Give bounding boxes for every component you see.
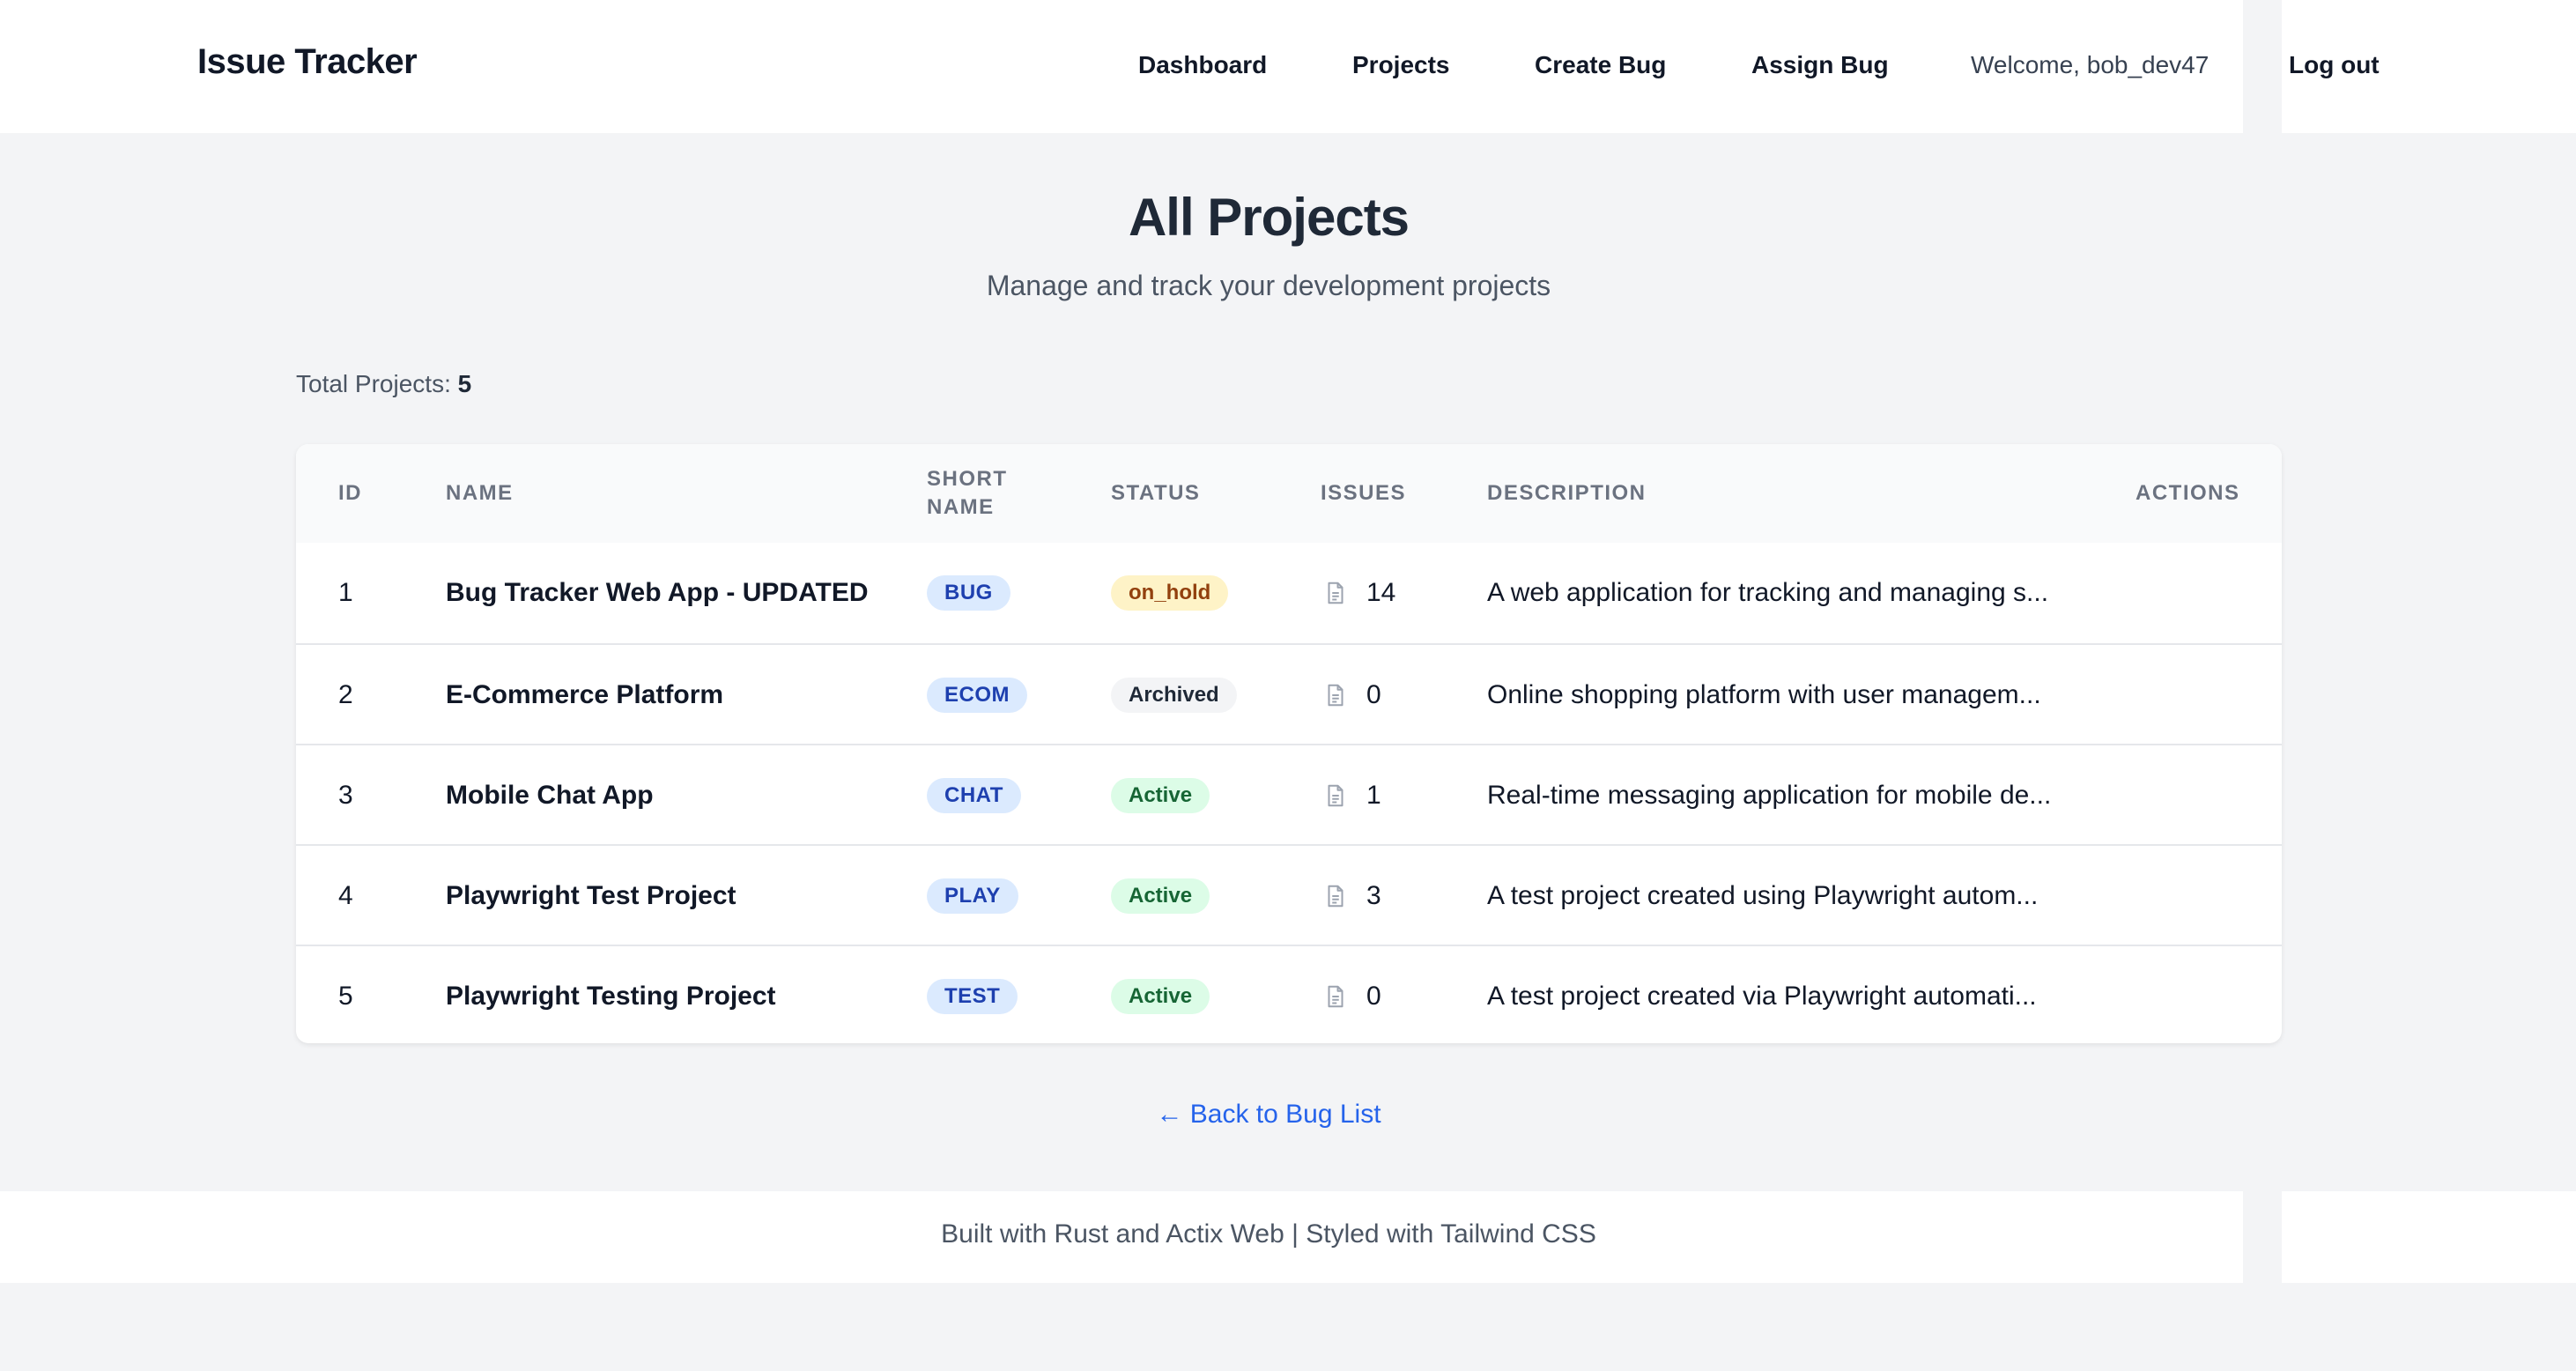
column-header-name: NAME xyxy=(446,481,514,505)
document-icon xyxy=(1322,682,1349,708)
nav-create-bug[interactable]: Create Bug xyxy=(1535,51,1666,79)
nav-dashboard[interactable]: Dashboard xyxy=(1138,51,1267,79)
cell-project-name[interactable]: Mobile Chat App xyxy=(446,745,654,846)
column-header-short-name-line1: SHORT xyxy=(927,467,1008,491)
table-row[interactable]: 2 E-Commerce Platform ECOM Archived 0 Online … xyxy=(296,643,2282,745)
issue-count: 3 xyxy=(1366,881,1381,910)
back-to-bug-list-link[interactable]: ← Back to Bug List xyxy=(0,1100,2537,1130)
footer-text: Built with Rust and Actix Web | Styled w… xyxy=(941,1219,1596,1249)
total-projects: Total Projects: 5 xyxy=(296,370,471,398)
cell-id: 4 xyxy=(338,881,353,910)
cell-status: Archived xyxy=(1111,645,1237,745)
table-row[interactable]: 5 Playwright Testing Project TEST Active 0 A … xyxy=(296,945,2282,1043)
column-header-id: ID xyxy=(338,481,362,505)
cell-description: Online shopping platform with user manag… xyxy=(1487,680,2041,709)
cell-id: 1 xyxy=(338,578,353,607)
cell-issues: 1 xyxy=(1322,745,1381,846)
total-projects-count: 5 xyxy=(457,370,472,397)
cell-issues: 0 xyxy=(1322,645,1381,745)
issue-count: 0 xyxy=(1366,982,1381,1011)
short-name-badge: PLAY xyxy=(927,878,1018,914)
cell-status: on_hold xyxy=(1111,543,1229,643)
short-name-badge: TEST xyxy=(927,979,1018,1014)
cell-short-name: TEST xyxy=(927,946,1018,1043)
status-badge: Active xyxy=(1111,979,1210,1014)
page-subtitle: Manage and track your development projec… xyxy=(986,270,1551,301)
issue-count: 1 xyxy=(1366,781,1381,810)
cell-project-name[interactable]: Bug Tracker Web App - UPDATED xyxy=(446,543,869,643)
status-badge: Archived xyxy=(1111,678,1237,713)
cell-project-name[interactable]: E-Commerce Platform xyxy=(446,645,723,745)
document-icon xyxy=(1322,782,1349,809)
cell-description: Real-time messaging application for mobi… xyxy=(1487,781,2052,810)
cell-issues: 0 xyxy=(1322,946,1381,1043)
total-projects-label: Total Projects: xyxy=(296,370,458,397)
cell-description: A web application for tracking and manag… xyxy=(1487,578,2049,607)
cell-issues: 3 xyxy=(1322,846,1381,946)
issue-count: 14 xyxy=(1366,578,1396,607)
cell-short-name: CHAT xyxy=(927,745,1021,846)
short-name-badge: CHAT xyxy=(927,778,1021,813)
cell-status: Active xyxy=(1111,946,1210,1043)
document-icon xyxy=(1322,883,1349,909)
table-row[interactable]: 3 Mobile Chat App CHAT Active 1 Real-time mes… xyxy=(296,744,2282,846)
table-row[interactable]: 1 Bug Tracker Web App - UPDATED BUG on_hold… xyxy=(296,543,2282,643)
cell-short-name: ECOM xyxy=(927,645,1027,745)
welcome-user-text: Welcome, bob_dev47 xyxy=(1971,51,2210,78)
cell-id: 3 xyxy=(338,781,353,810)
page-title: All Projects xyxy=(1128,188,1410,247)
projects-table: ID NAME SHORT NAME STATUS ISSUES DESCRIP… xyxy=(296,444,2282,1043)
cell-short-name: BUG xyxy=(927,543,1010,643)
status-badge: Active xyxy=(1111,778,1210,813)
issue-count: 0 xyxy=(1366,680,1381,709)
column-header-description: DESCRIPTION xyxy=(1487,481,1647,505)
cell-status: Active xyxy=(1111,846,1210,946)
column-header-short-name: SHORT NAME xyxy=(927,465,1008,522)
short-name-badge: ECOM xyxy=(927,678,1027,713)
document-icon xyxy=(1322,983,1349,1010)
cell-status: Active xyxy=(1111,745,1210,846)
column-header-short-name-line2: NAME xyxy=(927,495,995,519)
cell-project-name[interactable]: Playwright Testing Project xyxy=(446,946,776,1043)
nav-projects[interactable]: Projects xyxy=(1352,51,1450,79)
status-badge: Active xyxy=(1111,878,1210,914)
cell-description: A test project created via Playwright au… xyxy=(1487,982,2037,1011)
table-header: ID NAME SHORT NAME STATUS ISSUES DESCRIP… xyxy=(296,444,2282,543)
status-badge: on_hold xyxy=(1111,575,1229,611)
cell-short-name: PLAY xyxy=(927,846,1018,946)
brand-logo-text[interactable]: Issue Tracker xyxy=(197,42,418,82)
column-header-actions: ACTIONS xyxy=(2136,481,2240,505)
column-header-issues: ISSUES xyxy=(1321,481,1407,505)
logout-button[interactable]: Log out xyxy=(2289,51,2380,79)
cell-id: 5 xyxy=(338,982,353,1011)
short-name-badge: BUG xyxy=(927,575,1010,611)
cell-description: A test project created using Playwright … xyxy=(1487,881,2039,910)
column-header-status: STATUS xyxy=(1111,481,1201,505)
cell-issues: 14 xyxy=(1322,543,1395,643)
cell-id: 2 xyxy=(338,680,353,709)
cell-project-name[interactable]: Playwright Test Project xyxy=(446,846,737,946)
table-row[interactable]: 4 Playwright Test Project PLAY Active 3 A tes… xyxy=(296,844,2282,946)
document-icon xyxy=(1322,580,1349,606)
nav-assign-bug[interactable]: Assign Bug xyxy=(1751,51,1889,79)
